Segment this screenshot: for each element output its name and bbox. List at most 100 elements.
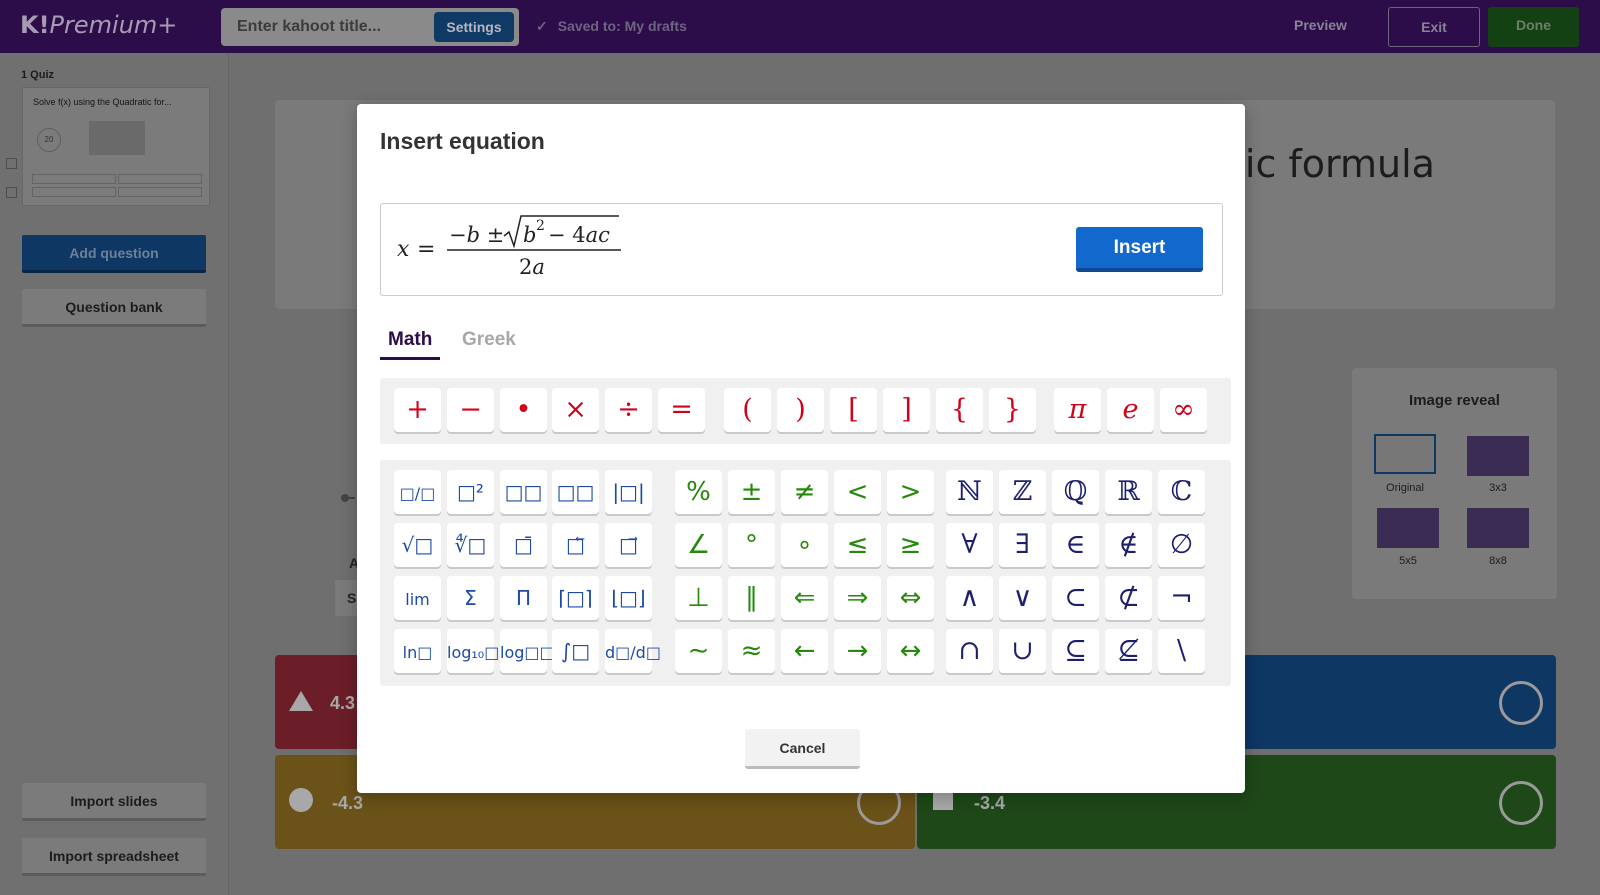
key-minus[interactable]: − (447, 388, 494, 432)
key-element-of[interactable]: ∈ (1052, 523, 1099, 567)
key-limit[interactable]: lim (394, 576, 441, 620)
tab-greek[interactable]: Greek (454, 329, 524, 357)
key-fraction[interactable]: □/□ (394, 470, 441, 514)
reveal-5x5[interactable] (1377, 508, 1439, 548)
key-percent[interactable]: % (675, 470, 722, 514)
key-union[interactable]: ∪ (999, 629, 1046, 673)
key-plus-minus[interactable]: ± (728, 470, 775, 514)
key-similar[interactable]: ∼ (675, 629, 722, 673)
key-log-base[interactable]: log□□ (500, 629, 555, 673)
key-implies[interactable]: ⇒ (834, 576, 881, 620)
key-e[interactable]: e (1107, 388, 1154, 432)
key-superscript[interactable]: □□ (500, 470, 547, 514)
question-title[interactable]: tic formula (1230, 142, 1435, 186)
select-fragment[interactable]: S (335, 580, 359, 616)
add-question-button[interactable]: Add question (22, 235, 206, 273)
key-left-arrow[interactable]: ← (781, 629, 828, 673)
key-pi[interactable]: π (1054, 388, 1101, 432)
key-floor[interactable]: ⌊□⌋ (605, 576, 652, 620)
key-or[interactable]: ∨ (999, 576, 1046, 620)
key-log10[interactable]: log₁₀□ (447, 629, 499, 673)
key-iff[interactable]: ⇔ (887, 576, 934, 620)
key-overline[interactable]: □̄ (500, 523, 547, 567)
answer-3-text[interactable]: -4.3 (332, 793, 363, 814)
key-approx[interactable]: ≈ (728, 629, 775, 673)
key-abs[interactable]: |□| (605, 470, 652, 514)
key-less-equal[interactable]: ≤ (834, 523, 881, 567)
key-intersection[interactable]: ∩ (946, 629, 993, 673)
key-ceiling[interactable]: ⌈□⌉ (552, 576, 599, 620)
trash-icon[interactable] (6, 187, 17, 198)
equation-editor[interactable]: x = −b ± b 2 − 4ac 2a Insert (380, 203, 1223, 296)
key-open-bracket[interactable]: [ (830, 388, 877, 432)
key-subscript[interactable]: □□ (552, 470, 599, 514)
import-slides-button[interactable]: Import slides (22, 783, 206, 821)
slider-handle[interactable] (341, 494, 349, 502)
key-not-subset-equal[interactable]: ⊈ (1105, 629, 1152, 673)
key-close-bracket[interactable]: ] (883, 388, 930, 432)
equation-preview[interactable]: x = −b ± b 2 − 4ac 2a (395, 212, 635, 282)
key-not-equal[interactable]: ≠ (781, 470, 828, 514)
key-not-element-of[interactable]: ∉ (1105, 523, 1152, 567)
tab-math[interactable]: Math (380, 329, 441, 360)
duplicate-icon[interactable] (6, 158, 17, 169)
key-naturals[interactable]: ℕ (946, 470, 993, 514)
key-left-arrow-over[interactable]: □⃖ (552, 523, 599, 567)
key-not-subset[interactable]: ⊄ (1105, 576, 1152, 620)
key-empty-set[interactable]: ∅ (1158, 523, 1205, 567)
key-close-paren[interactable]: ) (777, 388, 824, 432)
key-sum[interactable]: Σ (447, 576, 494, 620)
kahoot-title-input[interactable] (227, 10, 432, 44)
key-greater-equal[interactable]: ≥ (887, 523, 934, 567)
key-sqrt[interactable]: √□ (394, 523, 441, 567)
key-degree[interactable]: ° (728, 523, 775, 567)
key-integral[interactable]: ∫□ (552, 629, 599, 673)
key-perpendicular[interactable]: ⊥ (675, 576, 722, 620)
settings-button[interactable]: Settings (434, 12, 514, 42)
key-compose[interactable]: ∘ (781, 523, 828, 567)
question-bank-button[interactable]: Question bank (22, 289, 206, 327)
key-vector[interactable]: □⃗ (605, 523, 652, 567)
cancel-button[interactable]: Cancel (745, 729, 860, 769)
correct-toggle[interactable] (1499, 781, 1543, 825)
answer-1-text[interactable]: 4.3 (330, 693, 355, 714)
key-right-arrow[interactable]: → (834, 629, 881, 673)
key-nth-root[interactable]: ∜□ (447, 523, 494, 567)
key-dot[interactable]: • (500, 388, 547, 432)
key-complex[interactable]: ℂ (1158, 470, 1205, 514)
reveal-original[interactable] (1374, 434, 1436, 474)
preview-button[interactable]: Preview (1294, 17, 1347, 33)
key-derivative[interactable]: d□/d□ (605, 629, 661, 673)
key-reals[interactable]: ℝ (1105, 470, 1152, 514)
key-product[interactable]: Π (500, 576, 547, 620)
key-for-all[interactable]: ∀ (946, 523, 993, 567)
key-times[interactable]: × (552, 388, 599, 432)
key-square[interactable]: □² (447, 470, 494, 514)
exit-button[interactable]: Exit (1388, 7, 1480, 47)
key-ln[interactable]: ln□ (394, 629, 441, 673)
done-button[interactable]: Done (1488, 7, 1579, 47)
key-rationals[interactable]: ℚ (1052, 470, 1099, 514)
key-open-paren[interactable]: ( (724, 388, 771, 432)
import-spreadsheet-button[interactable]: Import spreadsheet (22, 838, 206, 876)
key-parallel[interactable]: ∥ (728, 576, 775, 620)
key-infinity[interactable]: ∞ (1160, 388, 1207, 432)
answer-4-text[interactable]: -3.4 (974, 793, 1005, 814)
correct-toggle[interactable] (1499, 681, 1543, 725)
key-subset[interactable]: ⊂ (1052, 576, 1099, 620)
key-exists[interactable]: ∃ (999, 523, 1046, 567)
key-and[interactable]: ∧ (946, 576, 993, 620)
key-open-brace[interactable]: { (936, 388, 983, 432)
key-integers[interactable]: ℤ (999, 470, 1046, 514)
key-equals[interactable]: = (658, 388, 705, 432)
slide-thumbnail[interactable]: Solve f(x) using the Quadratic for... 20 (22, 87, 210, 206)
key-divide[interactable]: ÷ (605, 388, 652, 432)
key-set-minus[interactable]: \ (1158, 629, 1205, 673)
key-not[interactable]: ¬ (1158, 576, 1205, 620)
reveal-3x3[interactable] (1467, 436, 1529, 476)
key-implied-by[interactable]: ⇐ (781, 576, 828, 620)
key-left-right-arrow[interactable]: ↔ (887, 629, 934, 673)
key-angle[interactable]: ∠ (675, 523, 722, 567)
key-less-than[interactable]: < (834, 470, 881, 514)
key-close-brace[interactable]: } (989, 388, 1036, 432)
